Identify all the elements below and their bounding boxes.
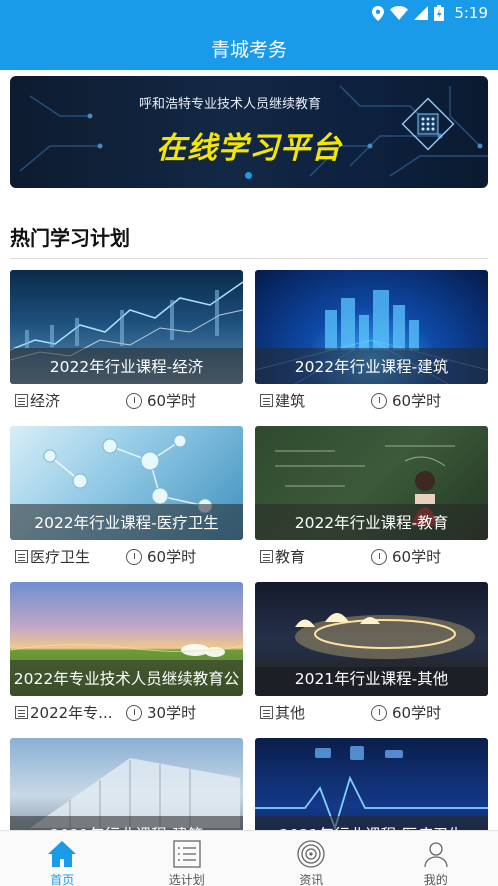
bottom-nav: 首页 选计划 资讯 我的 <box>0 830 498 886</box>
nav-item-profile[interactable]: 我的 <box>374 831 498 886</box>
course-hours: 60学时 <box>392 704 442 722</box>
list-icon <box>173 840 201 868</box>
home-icon <box>48 841 77 867</box>
wifi-icon <box>390 6 409 20</box>
course-meta: 建筑 60学时 <box>255 384 488 416</box>
course-card[interactable]: 2022年行业课程-建筑 建筑 60学时 <box>255 270 488 416</box>
clock-icon <box>371 548 387 565</box>
section-title: 热门学习计划 <box>10 226 130 250</box>
nav-label: 首页 <box>50 873 75 886</box>
nav-label: 选计划 <box>168 873 205 886</box>
course-thumbnail: 2022年专业技术人员继续教育公 <box>10 582 243 696</box>
course-hours: 60学时 <box>392 548 442 566</box>
course-card[interactable]: 2022年行业课程-医疗卫生 医疗卫生 60学时 <box>10 426 243 572</box>
nav-item-home[interactable]: 首页 <box>0 831 125 886</box>
status-icons: 5:19 <box>372 4 488 22</box>
clock-icon <box>371 704 387 721</box>
course-caption: 2022年行业课程-建筑 <box>255 348 488 384</box>
course-caption: 2022年行业课程-教育 <box>255 504 488 540</box>
category-icon <box>15 550 28 563</box>
category-icon <box>260 394 273 407</box>
category-icon <box>15 394 28 407</box>
course-category: 经济 <box>30 392 61 410</box>
status-time: 5:19 <box>454 4 488 22</box>
course-meta: 经济 60学时 <box>10 384 243 416</box>
course-category: 医疗卫生 <box>30 548 91 566</box>
course-caption: 2022年行业课程-医疗卫生 <box>10 504 243 540</box>
course-hours: 60学时 <box>392 392 442 410</box>
battery-icon <box>434 5 445 21</box>
course-caption: 2022年行业课程-经济 <box>10 348 243 384</box>
course-card[interactable]: 2022年专业技术人员继续教育公 2022年专... 30学时 <box>10 582 243 728</box>
course-caption: 2021年行业课程-其他 <box>255 660 488 696</box>
category-icon <box>15 706 28 719</box>
course-category: 建筑 <box>275 392 306 410</box>
target-icon <box>297 840 325 868</box>
app-title: 青城考务 <box>210 38 287 61</box>
course-category: 2022年专... <box>30 704 113 722</box>
course-thumbnail: 2021年行业课程-其他 <box>255 582 488 696</box>
course-thumbnail: 2022年行业课程-经济 <box>10 270 243 384</box>
banner-carousel[interactable]: 呼和浩特专业技术人员继续教育 在线学习平台 <box>10 76 488 188</box>
course-caption: 2022年专业技术人员继续教育公 <box>10 660 243 696</box>
banner-subtitle: 呼和浩特专业技术人员继续教育 <box>138 97 321 112</box>
banner-title: 在线学习平台 <box>156 131 342 166</box>
clock-icon <box>371 392 387 409</box>
course-card[interactable]: 2022年行业课程-教育 教育 60学时 <box>255 426 488 572</box>
section-divider <box>10 258 488 259</box>
clock-icon <box>126 548 142 565</box>
course-meta: 其他 60学时 <box>255 696 488 728</box>
course-meta: 教育 60学时 <box>255 540 488 572</box>
course-meta: 医疗卫生 60学时 <box>10 540 243 572</box>
course-thumbnail: 2022年行业课程-教育 <box>255 426 488 540</box>
course-card[interactable]: 2021年行业课程-其他 其他 60学时 <box>255 582 488 728</box>
course-category: 其他 <box>275 704 306 722</box>
location-icon <box>372 5 385 21</box>
category-icon <box>260 550 273 563</box>
nav-label: 资讯 <box>299 873 324 886</box>
course-card[interactable]: 2022年行业课程-经济 经济 60学时 <box>10 270 243 416</box>
nav-label: 我的 <box>423 873 448 886</box>
carousel-indicator <box>245 172 252 179</box>
nav-item-plans[interactable]: 选计划 <box>125 831 250 886</box>
course-thumbnail: 2022年行业课程-建筑 <box>255 270 488 384</box>
course-hours: 60学时 <box>147 392 197 410</box>
course-meta: 2022年专... 30学时 <box>10 696 243 728</box>
course-thumbnail: 2022年行业课程-医疗卫生 <box>10 426 243 540</box>
course-category: 教育 <box>275 548 306 566</box>
signal-icon <box>414 6 429 20</box>
course-hours: 60学时 <box>147 548 197 566</box>
person-icon <box>424 842 448 868</box>
course-hours: 30学时 <box>147 704 197 722</box>
status-bar: 5:19 <box>0 0 498 26</box>
category-icon <box>260 706 273 719</box>
clock-icon <box>126 392 142 409</box>
clock-icon <box>126 704 142 721</box>
nav-item-news[interactable]: 资讯 <box>249 831 374 886</box>
app-bar: 青城考务 <box>0 26 498 70</box>
